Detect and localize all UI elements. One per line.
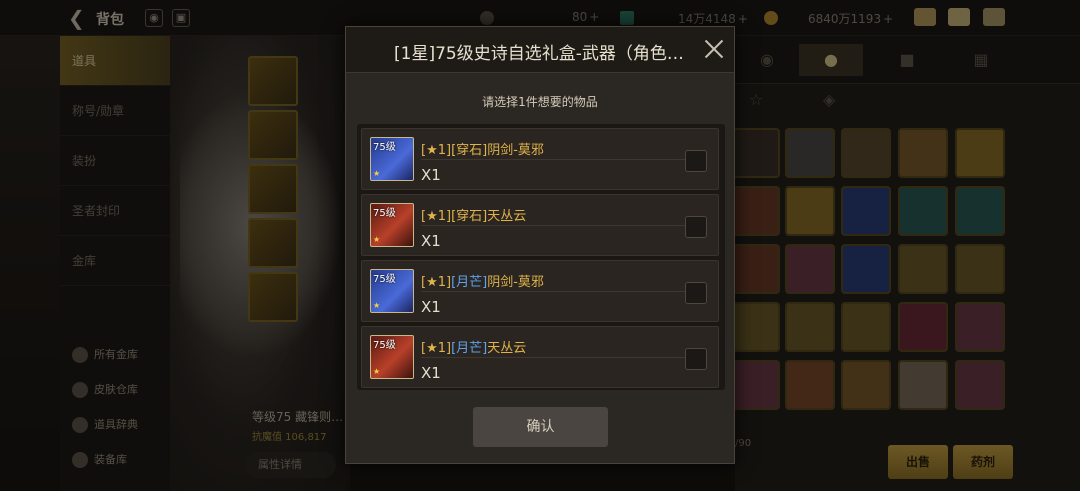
star-icon: ★ <box>373 301 381 310</box>
spear-item-icon: 75级 ★ <box>370 203 414 247</box>
option-quantity: X1 <box>421 166 441 184</box>
option-name: [★1][穿石]天丛云 <box>421 205 526 224</box>
option-item-name: 阴剑-莫邪 <box>487 275 544 290</box>
star-icon: ★ <box>373 367 381 376</box>
divider <box>421 225 701 226</box>
option-checkbox[interactable] <box>685 216 707 238</box>
spear-item-icon: 75级 ★ <box>370 335 414 379</box>
inventory-screen: ❮ 背包 ◉ ▣ 80 + 14万4148 + 6840万1193 + 道具 称号/勋… <box>0 0 1080 491</box>
dialog-header: [1星]75级史诗自选礼盒-武器（角色… <box>346 27 734 73</box>
option-star-tag: [★1] <box>421 209 452 224</box>
option-name: [★1][月芒]天丛云 <box>421 337 526 356</box>
option-row[interactable]: 75级 ★ [★1][月芒]阴剑-莫邪 X1 <box>361 260 719 322</box>
option-star-tag: [★1] <box>421 341 452 356</box>
star-icon: ★ <box>373 235 381 244</box>
option-item-name: 天丛云 <box>487 209 527 224</box>
option-quantity: X1 <box>421 364 441 382</box>
option-quantity: X1 <box>421 298 441 316</box>
divider <box>421 291 701 292</box>
option-checkbox[interactable] <box>685 348 707 370</box>
option-row[interactable]: 75级 ★ [★1][穿石]天丛云 X1 <box>361 194 719 256</box>
item-level: 75级 <box>373 208 396 219</box>
option-name: [★1][穿石]阴剑-莫邪 <box>421 139 544 158</box>
close-icon[interactable] <box>702 37 726 61</box>
option-star-tag: [★1] <box>421 275 452 290</box>
option-list: 75级 ★ [★1][穿石]阴剑-莫邪 X1 75级 ★ [★1][穿石]天丛云… <box>357 124 725 390</box>
option-item-name: 天丛云 <box>487 341 527 356</box>
item-level: 75级 <box>373 142 396 153</box>
option-quantity: X1 <box>421 232 441 250</box>
option-type-tag: [穿石] <box>451 143 488 158</box>
option-name: [★1][月芒]阴剑-莫邪 <box>421 271 544 290</box>
option-type-tag: [月芒] <box>451 275 488 290</box>
item-level: 75级 <box>373 274 396 285</box>
dialog-subtitle: 请选择1件想要的物品 <box>482 95 598 109</box>
divider <box>421 159 701 160</box>
option-checkbox[interactable] <box>685 150 707 172</box>
option-row[interactable]: 75级 ★ [★1][月芒]天丛云 X1 <box>361 326 719 388</box>
confirm-button[interactable]: 确认 <box>473 407 608 447</box>
sword-item-icon: 75级 ★ <box>370 269 414 313</box>
item-level: 75级 <box>373 340 396 351</box>
option-checkbox[interactable] <box>685 282 707 304</box>
divider <box>421 357 701 358</box>
option-star-tag: [★1] <box>421 143 452 158</box>
option-item-name: 阴剑-莫邪 <box>487 143 544 158</box>
sword-item-icon: 75级 ★ <box>370 137 414 181</box>
option-type-tag: [穿石] <box>451 209 488 224</box>
dialog-title: [1星]75级史诗自选礼盒-武器（角色… <box>394 44 684 64</box>
option-type-tag: [月芒] <box>451 341 488 356</box>
option-row[interactable]: 75级 ★ [★1][穿石]阴剑-莫邪 X1 <box>361 128 719 190</box>
star-icon: ★ <box>373 169 381 178</box>
select-gift-dialog: [1星]75级史诗自选礼盒-武器（角色… 请选择1件想要的物品 75级 ★ [★… <box>345 26 735 464</box>
